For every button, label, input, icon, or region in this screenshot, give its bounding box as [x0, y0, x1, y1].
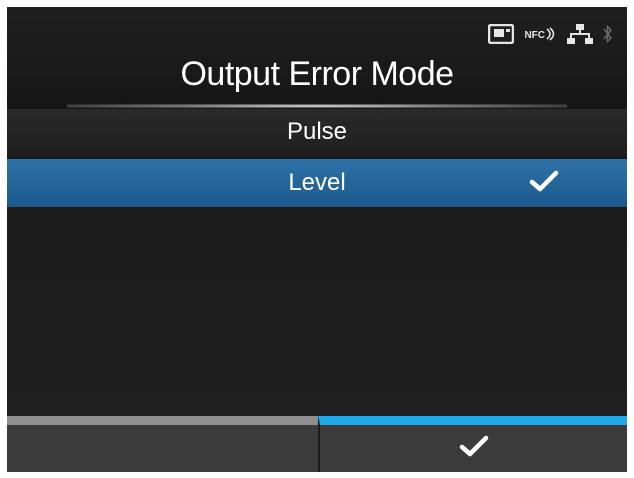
sd-card-icon: [488, 24, 515, 44]
network-icon: [567, 23, 593, 45]
nfc-label: NFC: [524, 30, 545, 41]
footer: [7, 416, 627, 472]
nfc-icon: NFC: [524, 27, 557, 41]
list-empty-area: [7, 211, 627, 419]
option-label: Level: [288, 169, 346, 196]
printer-screen: NFC Output Error Mode Pulse Level: [7, 7, 627, 472]
confirm-button[interactable]: [318, 416, 627, 472]
status-bar: NFC: [488, 23, 613, 45]
check-icon: [459, 434, 489, 463]
option-level[interactable]: Level: [7, 159, 627, 207]
option-pulse[interactable]: Pulse: [7, 109, 627, 155]
bluetooth-icon: [603, 24, 613, 44]
option-label: Pulse: [286, 118, 348, 145]
back-button[interactable]: [7, 416, 318, 472]
option-list: Pulse Level: [7, 109, 627, 207]
page-title: Output Error Mode: [180, 55, 454, 93]
check-icon: [529, 169, 559, 200]
header: NFC Output Error Mode: [7, 7, 627, 109]
title-underline: [67, 104, 567, 108]
